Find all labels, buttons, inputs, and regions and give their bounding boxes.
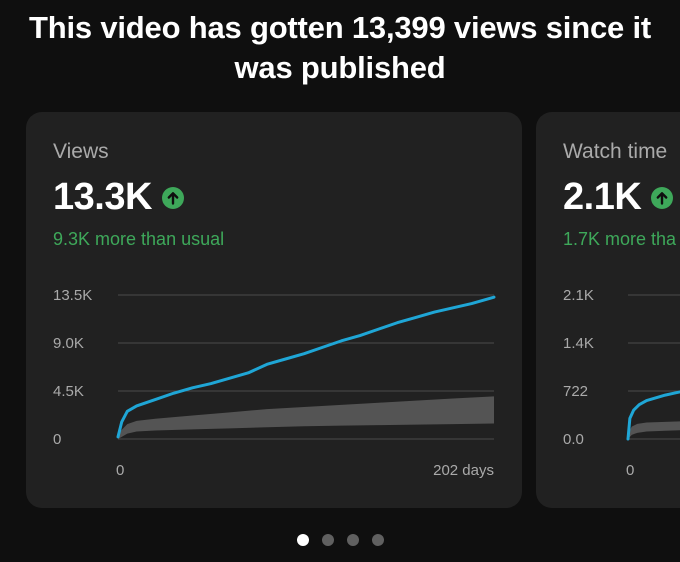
y-tick-label: 722 (563, 383, 588, 400)
metric-card-watch-time[interactable]: Watch time 2.1K 1.7K more tha 2.1K 1.4K 72… (536, 112, 680, 508)
x-tick-label: 202 days (433, 462, 494, 479)
typical-range-band (628, 421, 680, 439)
watch-time-chart: 2.1K 1.4K 722 0.0 0 (563, 287, 680, 479)
metric-value-row: 13.3K (53, 176, 184, 219)
y-tick-label: 1.4K (563, 335, 594, 352)
metric-delta: 9.3K more than usual (53, 229, 225, 249)
pagination-dot[interactable] (346, 534, 359, 546)
y-tick-label: 9.0K (53, 335, 84, 352)
pagination-dot[interactable] (296, 534, 309, 546)
y-tick-label: 2.1K (563, 287, 594, 304)
metric-value: 13.3K (53, 176, 152, 218)
metric-value-row: 2.1K (563, 176, 674, 219)
pagination-dot[interactable] (371, 534, 384, 546)
views-chart: 13.5K 9.0K 4.5K 0 0 202 days (53, 287, 496, 479)
pagination-dot[interactable] (321, 534, 334, 546)
y-tick-label: 0 (53, 431, 61, 448)
metric-card-views[interactable]: Views 13.3K 9.3K more than usual 13.5K 9.… (26, 112, 522, 508)
arrow-up-circle-icon (651, 186, 674, 209)
arrow-up-circle-icon (161, 186, 184, 209)
typical-range-band (118, 396, 494, 439)
carousel-pagination (0, 534, 680, 546)
x-tick-label: 0 (116, 462, 124, 479)
x-tick-label: 0 (626, 462, 634, 479)
metric-value: 2.1K (563, 176, 642, 218)
y-tick-label: 0.0 (563, 431, 584, 448)
y-tick-label: 4.5K (53, 383, 84, 400)
metric-title: Views (53, 140, 109, 163)
metrics-carousel[interactable]: Views 13.3K 9.3K more than usual 13.5K 9.… (0, 0, 680, 562)
y-tick-label: 13.5K (53, 287, 92, 304)
metric-delta: 1.7K more tha (563, 229, 677, 249)
metric-title: Watch time (563, 140, 668, 163)
